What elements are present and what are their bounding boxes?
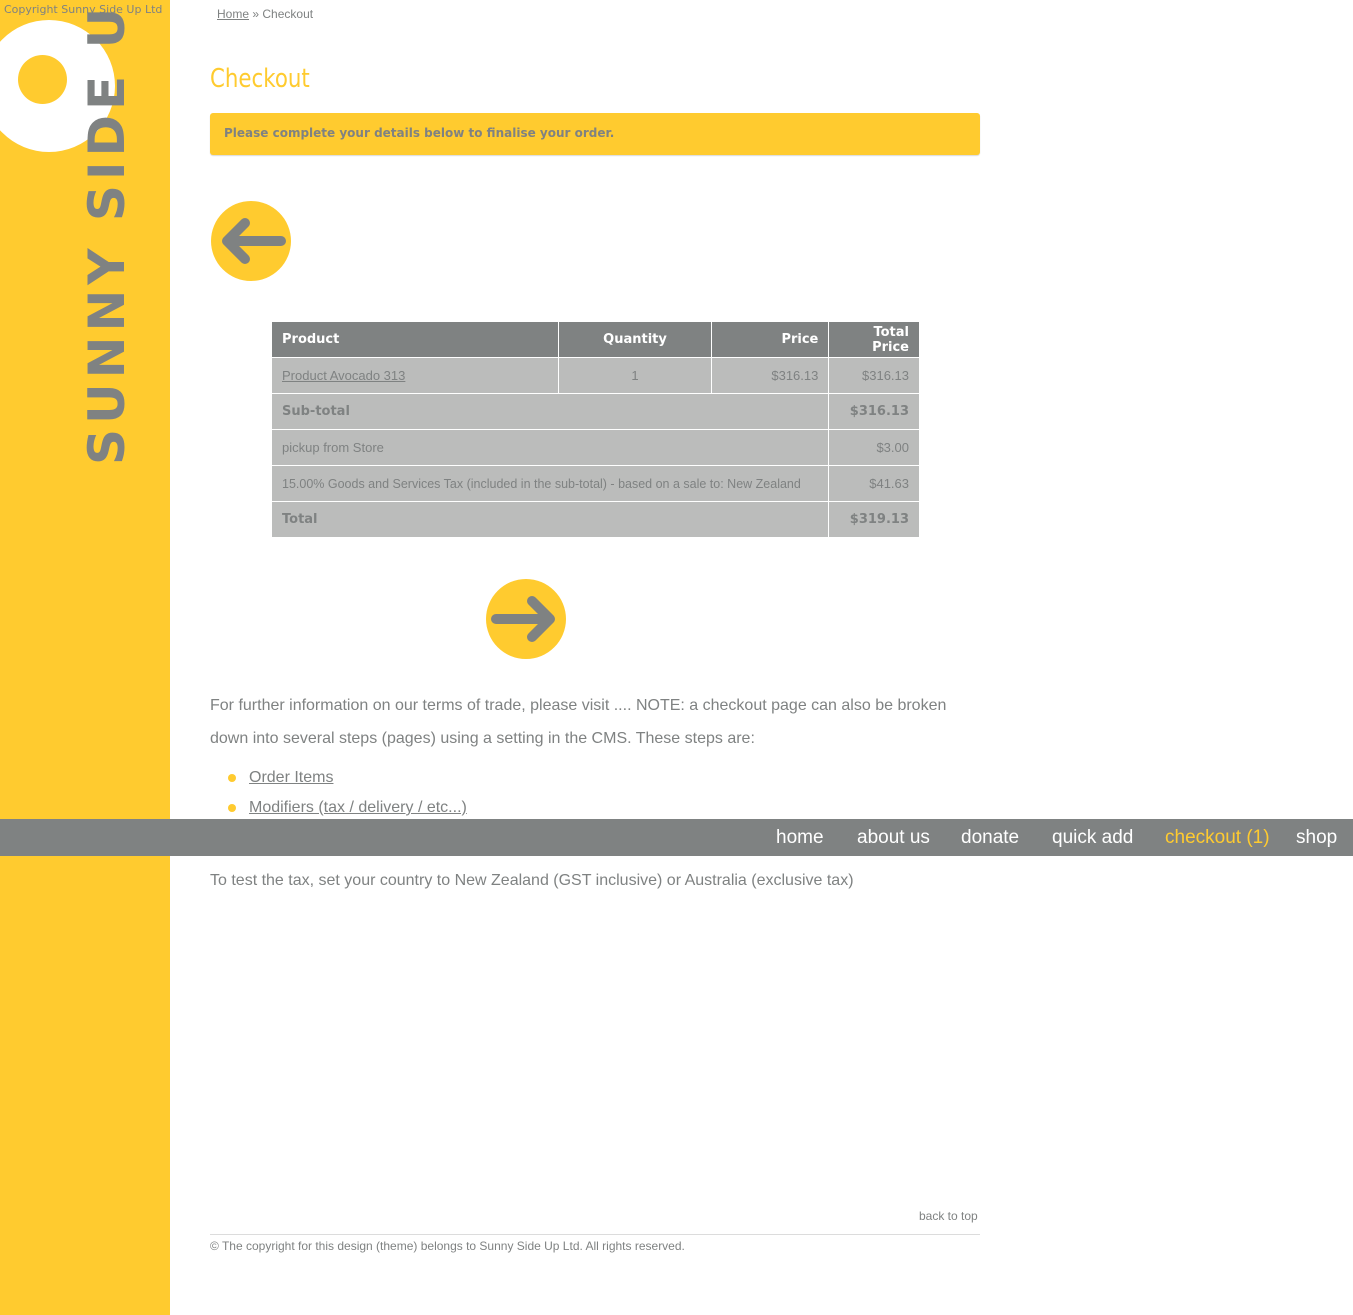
main-navigation: home about us donate quick add checkout … (0, 819, 1353, 856)
breadcrumb-separator: » (252, 7, 260, 21)
tax-row: 15.00% Goods and Services Tax (included … (270, 465, 920, 502)
back-to-top-link[interactable]: back to top (919, 1209, 978, 1223)
terms-info-text: For further information on our terms of … (210, 697, 947, 747)
nav-about-us[interactable]: about us (857, 819, 930, 856)
table-row: Product Avocado 313 1 $316.13 $316.13 (271, 357, 920, 394)
breadcrumb-current: Checkout (262, 7, 314, 21)
total-row: Total $319.13 (270, 501, 920, 538)
arrow-left-icon (211, 201, 291, 281)
nav-quick-add[interactable]: quick add (1052, 819, 1133, 856)
table-header-row: Product Quantity Price Total Price (271, 321, 920, 358)
pickup-label: pickup from Store (270, 429, 830, 466)
product-cell: Product Avocado 313 (271, 357, 559, 394)
quantity-cell: 1 (557, 357, 713, 394)
order-table: Product Quantity Price Total Price Produ… (270, 321, 920, 538)
notice-box: Please complete your details below to fi… (210, 113, 980, 155)
nav-home[interactable]: home (776, 819, 824, 856)
product-link[interactable]: Product Avocado 313 (282, 368, 405, 383)
nav-checkout[interactable]: checkout (1) (1165, 819, 1270, 856)
logo-dot (18, 55, 67, 104)
total-label: Total (270, 501, 830, 538)
arrow-right-icon (486, 579, 566, 659)
total-value: $319.13 (828, 501, 920, 538)
pickup-row: pickup from Store $3.00 (270, 429, 920, 466)
footer-divider (210, 1234, 980, 1235)
nav-donate[interactable]: donate (961, 819, 1019, 856)
sidebar: Copyright Sunny Side Up Ltd SUNNY SIDE U… (0, 0, 170, 1315)
breadcrumb-home-link[interactable]: Home (217, 7, 249, 21)
price-cell: $316.13 (711, 357, 830, 394)
list-item: Order Items (210, 763, 467, 793)
back-button[interactable] (211, 201, 291, 281)
nav-shop[interactable]: shop (1296, 819, 1337, 856)
header-product: Product (271, 321, 559, 358)
total-price-cell: $316.13 (828, 357, 920, 394)
step-modifiers-link[interactable]: Modifiers (tax / delivery / etc...) (249, 799, 467, 816)
tax-test-text: To test the tax, set your country to New… (210, 872, 854, 889)
breadcrumb: Home » Checkout (217, 7, 313, 21)
notice-text: Please complete your details below to fi… (224, 126, 615, 140)
tax-label: 15.00% Goods and Services Tax (included … (270, 465, 830, 502)
header-quantity: Quantity (557, 321, 713, 358)
step-order-items-link[interactable]: Order Items (249, 769, 333, 786)
subtotal-row: Sub-total $316.13 (270, 393, 920, 430)
subtotal-value: $316.13 (828, 393, 920, 430)
site-logo-text[interactable]: SUNNY SIDE UP (78, 0, 136, 465)
tax-value: $41.63 (828, 465, 920, 502)
page-title: Checkout (210, 64, 310, 94)
subtotal-label: Sub-total (270, 393, 830, 430)
header-total-price: Total Price (828, 321, 920, 358)
footer-copyright: © The copyright for this design (theme) … (210, 1239, 685, 1253)
header-price: Price (711, 321, 830, 358)
next-button[interactable] (486, 579, 566, 659)
checkout-steps-list: Order Items Modifiers (tax / delivery / … (210, 763, 467, 823)
pickup-value: $3.00 (828, 429, 920, 466)
